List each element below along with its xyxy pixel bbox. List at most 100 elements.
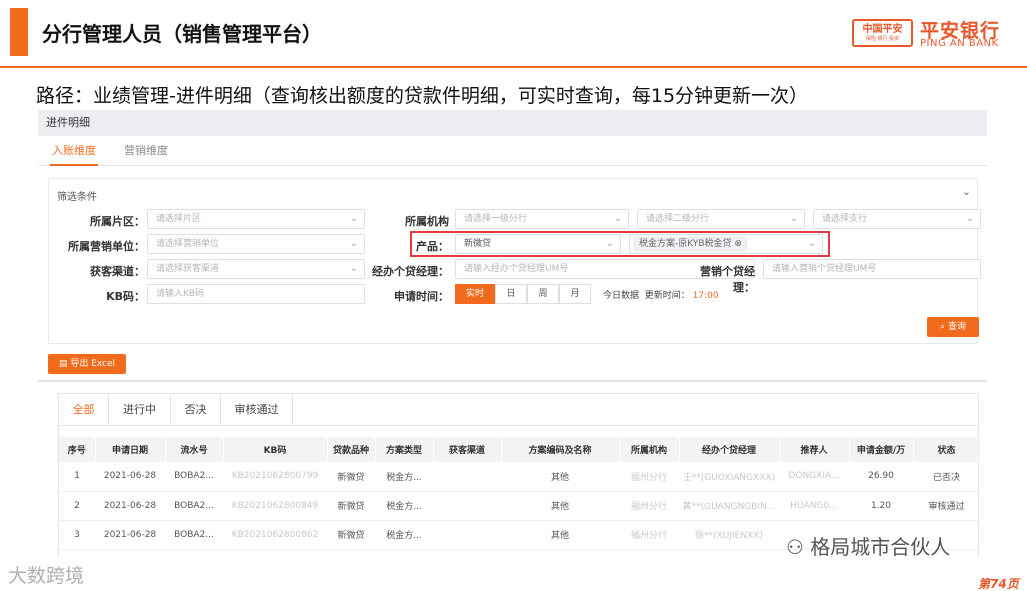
search-icon: ⌕: [940, 322, 946, 332]
table-cell: KB2021062800799: [223, 462, 327, 492]
tab-rejected[interactable]: 否决: [171, 394, 221, 425]
watermark-left: 大数跨境: [8, 565, 85, 587]
watermark-right: ⚇ 格局城市合伙人: [786, 535, 951, 559]
table-cell: 其他: [501, 491, 619, 521]
table-cell: 其他: [501, 462, 619, 492]
table-cell: 福州分行: [619, 462, 679, 492]
tab-approved[interactable]: 审核通过: [221, 394, 293, 425]
table-cell: BOBA2...: [165, 462, 223, 492]
column-header: 申请日期: [95, 437, 166, 462]
table-cell: DONGXIA...: [779, 462, 849, 492]
column-header: 流水号: [165, 437, 224, 462]
wechat-icon: ⚇: [786, 535, 804, 559]
table-cell: 1: [59, 462, 95, 492]
org-level2-select[interactable]: 请选择二级分行 ⌄: [637, 209, 805, 229]
header-accent-bar: [10, 8, 28, 56]
table-cell: 福州分行: [619, 520, 679, 550]
table-cell: 2021-06-28: [95, 520, 165, 550]
logo-name-en: PING AN BANK: [920, 38, 999, 49]
tab-marketing-dimension[interactable]: 营销维度: [122, 136, 170, 166]
filter-title: 筛选条件: [57, 192, 97, 203]
column-header: 序号: [59, 437, 96, 462]
pingan-logo-badge: 中国平安 保险·银行·投资: [852, 19, 913, 47]
column-header: 获客渠道: [433, 437, 502, 462]
table-cell: 王**(GUOXIANGXXX): [679, 462, 779, 492]
update-time: 17:00: [692, 291, 719, 301]
org-level1-select[interactable]: 请选择一级分行 ⌄: [455, 209, 629, 229]
table-cell: 1.20: [849, 491, 913, 521]
tab-entry-dimension[interactable]: 入账维度: [50, 136, 98, 166]
unit-label: 所属营销单位：: [68, 240, 145, 253]
table-cell: 税金方...: [375, 462, 433, 492]
sales-input[interactable]: 请输入营销个贷经理UM号: [763, 259, 981, 279]
table-cell: KB2021062800862: [223, 520, 327, 550]
time-day-button[interactable]: 日: [495, 284, 527, 304]
collapse-chevron-icon[interactable]: ⌄: [962, 185, 971, 198]
table-cell: 税金方...: [375, 491, 433, 521]
navigation-path: 路径：业绩管理-进件明细（查询核出额度的贷款件明细，可实时查询，每15分钟更新一…: [36, 85, 809, 107]
logo-badge-top: 中国平安: [862, 23, 903, 35]
org-branch-select[interactable]: 请选择支行 ⌄: [813, 209, 981, 229]
tab-all[interactable]: 全部: [59, 394, 109, 425]
column-header: 推荐人: [779, 437, 850, 462]
table-cell: 26.90: [849, 462, 913, 492]
table-row[interactable]: 1 2021-06-28 BOBA2... KB2021062800799 新微贷 税金方…: [59, 462, 980, 492]
slide: 分行管理人员（销售管理平台） 中国平安 保险·银行·投资 平安银行 PING A…: [0, 0, 1027, 591]
filter-panel: 筛选条件 ⌄ 所属片区： 请选择片区 ⌄ 所属机构 请选择一级分行 ⌄ 请选择二级分…: [48, 178, 981, 344]
tab-in-progress[interactable]: 进行中: [109, 394, 171, 425]
unit-select[interactable]: 请选择营销单位 ⌄: [147, 234, 365, 254]
channel-select[interactable]: 请选择获客渠道 ⌄: [147, 259, 365, 279]
time-label: 申请时间：: [394, 290, 449, 303]
product-highlight-box: [410, 231, 830, 257]
query-button[interactable]: ⌕ 查询: [927, 317, 979, 337]
org-label: 所属机构: [405, 215, 449, 228]
column-header: 贷款品种: [327, 437, 376, 462]
chevron-down-icon: ⌄: [789, 213, 798, 224]
table-cell: [433, 491, 501, 521]
table-cell: 2: [59, 491, 95, 521]
header-divider: [0, 66, 1027, 68]
column-header: 经办个贷经理: [679, 437, 780, 462]
app-window: 进件明细 入账维度 营销维度 筛选条件 ⌄ 所属片区： 请选择片区 ⌄ 所属机构 …: [38, 110, 987, 556]
chevron-down-icon: ⌄: [613, 213, 622, 224]
subtab-bar: 入账维度 营销维度: [38, 136, 987, 166]
kb-label: KB码：: [106, 290, 145, 303]
kb-input[interactable]: 请输入KB码: [147, 284, 365, 304]
column-header: 方案编码及名称: [501, 437, 620, 462]
table-cell: 2021-06-28: [95, 462, 165, 492]
table-cell: 其他: [501, 520, 619, 550]
table-cell: 已否决: [913, 462, 980, 492]
chevron-down-icon: ⌄: [965, 213, 974, 224]
time-realtime-button[interactable]: 实时: [455, 284, 495, 304]
column-header: 申请金额/万: [849, 437, 914, 462]
file-icon: ▤: [58, 359, 68, 369]
section-divider: [38, 380, 987, 382]
table-cell: 2021-06-28: [95, 491, 165, 521]
table-cell: KB2021062800849: [223, 491, 327, 521]
time-month-button[interactable]: 月: [559, 284, 591, 304]
result-tab-bar: 全部 进行中 否决 审核通过: [59, 394, 978, 426]
column-header: 状态: [913, 437, 981, 462]
region-select[interactable]: 请选择片区 ⌄: [147, 209, 365, 229]
table-cell: 新微贷: [327, 520, 375, 550]
slide-title: 分行管理人员（销售管理平台）: [42, 22, 322, 46]
column-header: 所属机构: [619, 437, 680, 462]
chevron-down-icon: ⌄: [349, 263, 358, 274]
table-cell: 审核通过: [913, 491, 980, 521]
export-excel-button[interactable]: ▤ 导出 Excel: [48, 354, 126, 374]
time-week-button[interactable]: 周: [527, 284, 559, 304]
table-cell: HUANG0...: [779, 491, 849, 521]
table-row[interactable]: 2 2021-06-28 BOBA2... KB2021062800849 新微贷 税金方…: [59, 491, 980, 521]
table-cell: 黄**(GUANGNGBIN...: [679, 491, 779, 521]
table-cell: 税金方...: [375, 520, 433, 550]
page-number: 第74页: [978, 577, 1019, 591]
table-header-row: 序号 申请日期 流水号 KB码 贷款品种 方案类型 获客渠道 方案编码及名称 所属机构 经办个贷经…: [59, 437, 981, 462]
table-cell: 新微贷: [327, 491, 375, 521]
logo-badge-bottom: 保险·银行·投资: [865, 35, 900, 42]
table-cell: 3: [59, 520, 95, 550]
table-cell: 福州分行: [619, 491, 679, 521]
region-label: 所属片区：: [90, 215, 145, 228]
table-cell: 新微贷: [327, 462, 375, 492]
chevron-down-icon: ⌄: [349, 213, 358, 224]
manager-label: 经办个贷经理：: [372, 265, 449, 278]
